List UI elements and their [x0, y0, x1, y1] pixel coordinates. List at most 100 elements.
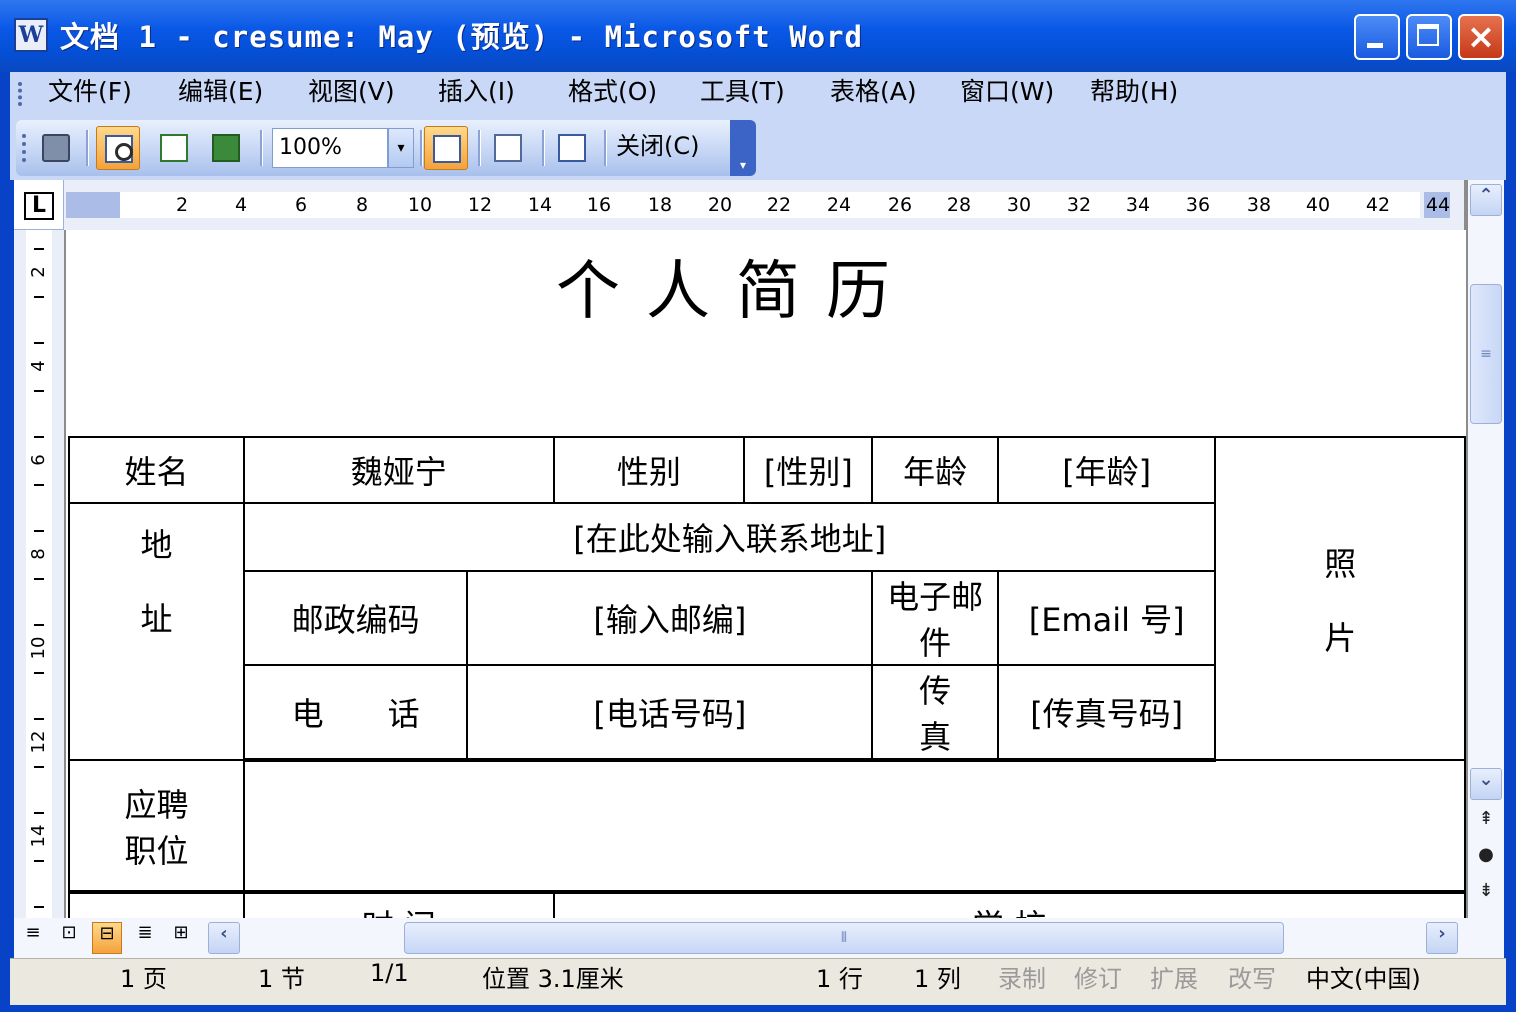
ruler-tick-label: 18	[647, 194, 673, 216]
view-ruler-button[interactable]	[424, 126, 468, 170]
education-label-cell	[67, 891, 246, 918]
ruler-tick-label: 44	[1425, 194, 1451, 216]
scroll-down-button[interactable]: ⌄	[1470, 768, 1502, 800]
time-header: 时 间	[243, 891, 555, 918]
status-overtype[interactable]: 改写	[1228, 959, 1276, 1005]
print-layout-view-button[interactable]: ⊟	[92, 922, 122, 954]
ruler-tick-label: 12	[467, 194, 493, 216]
menu-help[interactable]: 帮助(H)	[1090, 72, 1178, 116]
postcode-value[interactable]: [输入邮编]	[466, 570, 874, 666]
ruler-tick	[34, 578, 44, 580]
select-browse-object-button[interactable]: ●	[1470, 844, 1502, 876]
status-column[interactable]: 1 列	[914, 959, 961, 1005]
menu-insert[interactable]: 插入(I)	[438, 72, 515, 116]
horizontal-scroll-thumb[interactable]: ⦀	[404, 922, 1284, 954]
status-track-changes[interactable]: 修订	[1074, 959, 1122, 1005]
multiple-pages-button[interactable]	[204, 126, 248, 170]
close-button[interactable]: ×	[1458, 14, 1504, 60]
ruler-tick	[34, 860, 44, 862]
menu-edit[interactable]: 编辑(E)	[178, 72, 263, 116]
scroll-left-button[interactable]: ‹	[208, 922, 240, 954]
status-page[interactable]: 1 页	[120, 959, 167, 1005]
one-page-button[interactable]	[152, 126, 196, 170]
toolbar-separator	[420, 130, 423, 166]
phone-value[interactable]: [电话号码]	[466, 664, 874, 762]
address-label-line1: 地	[140, 526, 173, 564]
menu-file[interactable]: 文件(F)	[48, 72, 132, 116]
ruler-text-area	[26, 230, 52, 918]
ruler-tick	[34, 248, 44, 250]
address-value[interactable]: [在此处输入联系地址]	[243, 502, 1217, 572]
ruler-tick-label: 20	[707, 194, 733, 216]
scroll-up-button[interactable]: ⌃	[1470, 184, 1502, 216]
status-section[interactable]: 1 节	[258, 959, 305, 1005]
phone-label: 电 话	[243, 664, 469, 762]
print-button[interactable]	[34, 126, 78, 170]
web-layout-view-button[interactable]: ⊡	[54, 922, 84, 954]
menu-grip-handle[interactable]	[18, 82, 26, 106]
minimize-button[interactable]	[1354, 14, 1400, 60]
normal-view-button[interactable]: ≡	[18, 922, 48, 954]
reading-layout-view-button[interactable]: ⊞	[166, 922, 196, 954]
age-value[interactable]: [年龄]	[996, 436, 1217, 504]
status-extend-selection[interactable]: 扩展	[1150, 959, 1198, 1005]
gender-label: 性别	[552, 436, 746, 504]
ruler-tick-label: 22	[766, 194, 792, 216]
toolbar-band: 100% ▾ 关闭(C) ▾	[10, 116, 1506, 180]
ruler-tick	[34, 812, 44, 814]
vertical-ruler[interactable]: 2 4 6 8 10 12 14	[14, 230, 64, 918]
ruler-tick-label: 40	[1305, 194, 1331, 216]
magnifier-button[interactable]	[96, 126, 140, 170]
close-preview-button[interactable]: 关闭(C)	[616, 126, 699, 170]
tab-selector-button[interactable]: L	[24, 192, 54, 220]
ruler-tick	[34, 530, 44, 532]
full-screen-button[interactable]	[550, 126, 594, 170]
maximize-button[interactable]	[1406, 14, 1452, 60]
ruler-tick-label: 30	[1006, 194, 1032, 216]
horizontal-ruler[interactable]: 2 4 6 8 10 12 14 16 18 20 22 24 26 28 30…	[64, 180, 1464, 230]
full-screen-icon	[558, 134, 586, 162]
zoom-input[interactable]: 100%	[272, 128, 388, 168]
ruler-tick-label: 28	[946, 194, 972, 216]
toolbar-grip-handle[interactable]	[22, 134, 30, 162]
menu-table[interactable]: 表格(A)	[830, 72, 917, 116]
toolbar-options-chevron-icon[interactable]: ▾	[730, 120, 756, 176]
title-bar[interactable]: W 文档 1 - cresume: May (预览) - Microsoft W…	[0, 0, 1516, 72]
horizontal-scroll-area: ≡ ⊡ ⊟ ≣ ⊞ ‹ ⦀ ›	[14, 918, 1504, 958]
status-page-of[interactable]: 1/1	[370, 959, 409, 1005]
menu-view[interactable]: 视图(V)	[308, 72, 395, 116]
status-record-macro[interactable]: 录制	[998, 959, 1046, 1005]
menu-tools[interactable]: 工具(T)	[700, 72, 785, 116]
word-document-icon[interactable]: W	[14, 18, 48, 52]
scroll-right-button[interactable]: ›	[1426, 922, 1458, 954]
ruler-tick-label: 6	[294, 194, 308, 216]
zoom-dropdown-button[interactable]: ▾	[388, 128, 414, 168]
position-value[interactable]	[243, 759, 1466, 894]
document-page[interactable]: 个人简历 姓名 魏娅宁 性别 [性别] 年龄 [年龄] 照 片 地 址 [在此处…	[66, 230, 1466, 918]
ruler-tick-label: 14	[527, 194, 553, 216]
next-page-button[interactable]: ⇟	[1470, 880, 1502, 912]
menu-window[interactable]: 窗口(W)	[960, 72, 1054, 116]
print-icon	[42, 134, 70, 162]
vertical-scroll-thumb[interactable]: ≡	[1470, 284, 1502, 424]
gender-value[interactable]: [性别]	[743, 436, 874, 504]
vertical-scrollbar[interactable]: ⌃ ≡ ⌄ ⇞ ● ⇟	[1468, 180, 1504, 918]
name-value[interactable]: 魏娅宁	[243, 436, 555, 504]
ruler-tick-label: 2	[28, 266, 49, 278]
window-title: 文档 1 - cresume: May (预览) - Microsoft Wor…	[60, 20, 864, 54]
photo-cell[interactable]: 照 片	[1214, 436, 1466, 761]
status-line[interactable]: 1 行	[816, 959, 863, 1005]
ruler-tick-label: 8	[28, 548, 49, 560]
outline-view-button[interactable]: ≣	[130, 922, 160, 954]
ruler-tick-label: 14	[28, 824, 49, 848]
status-language[interactable]: 中文(中国)	[1306, 959, 1421, 1005]
photo-label-line2: 片	[1324, 618, 1357, 657]
previous-page-button[interactable]: ⇞	[1470, 808, 1502, 840]
fax-value[interactable]: [传真号码]	[996, 664, 1217, 762]
status-position[interactable]: 位置 3.1厘米	[482, 959, 624, 1005]
resume-title: 个人简历	[556, 255, 916, 329]
shrink-to-fit-button[interactable]	[486, 126, 530, 170]
email-value[interactable]: [Email 号]	[996, 570, 1217, 666]
menu-format[interactable]: 格式(O)	[568, 72, 657, 116]
one-page-icon	[160, 134, 188, 162]
